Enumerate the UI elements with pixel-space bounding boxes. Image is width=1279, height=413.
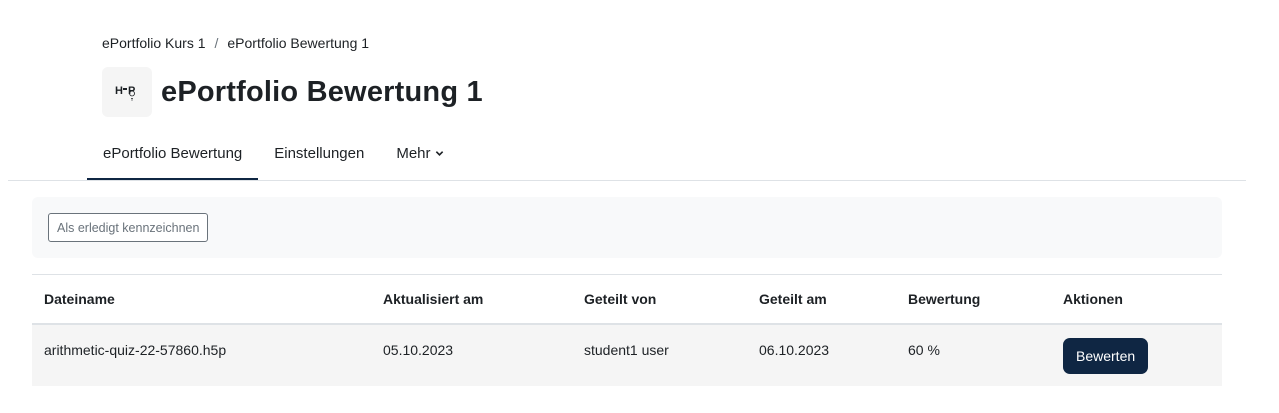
cell-updated: 05.10.2023 bbox=[383, 342, 454, 358]
tab-eportfolio-bewertung[interactable]: ePortfolio Bewertung bbox=[87, 128, 259, 181]
page-header: H P ePortfolio Bewertung 1 bbox=[102, 67, 483, 117]
page-title: ePortfolio Bewertung 1 bbox=[161, 75, 483, 108]
grade-button[interactable]: Bewerten bbox=[1063, 338, 1149, 374]
breadcrumb-separator: / bbox=[214, 35, 219, 51]
mark-as-done-button[interactable]: Als erledigt kennzeichnen bbox=[48, 213, 209, 242]
cell-shared-by: student1 user bbox=[584, 342, 669, 358]
secondary-navigation: ePortfolio Bewertung Einstellungen Mehr bbox=[87, 128, 460, 181]
tabs-divider bbox=[8, 180, 1246, 181]
cell-grade: 60 % bbox=[908, 342, 940, 358]
tab-mehr-label: Mehr bbox=[396, 144, 431, 162]
svg-text:H: H bbox=[115, 85, 123, 97]
column-header-shared-on[interactable]: Geteilt am bbox=[747, 291, 896, 307]
chevron-down-icon bbox=[435, 145, 444, 162]
cell-actions: Bewerten bbox=[1051, 325, 1222, 386]
table-row: arithmetic-quiz-22-57860.h5p 05.10.2023 … bbox=[32, 325, 1222, 386]
column-header-actions: Aktionen bbox=[1063, 291, 1123, 307]
cell-filename: arithmetic-quiz-22-57860.h5p bbox=[44, 342, 227, 358]
activity-action-bar: Als erledigt kennzeichnen bbox=[32, 197, 1222, 258]
breadcrumb: ePortfolio Kurs 1 / ePortfolio Bewertung… bbox=[102, 35, 369, 51]
breadcrumb-course-link[interactable]: ePortfolio Kurs 1 bbox=[102, 35, 206, 51]
column-header-grade[interactable]: Bewertung bbox=[896, 291, 1051, 307]
tab-einstellungen[interactable]: Einstellungen bbox=[258, 128, 380, 178]
submissions-table: Dateiname Aktualisiert am Geteilt von Ge… bbox=[32, 274, 1222, 386]
table-header-row: Dateiname Aktualisiert am Geteilt von Ge… bbox=[32, 275, 1222, 325]
column-header-filename[interactable]: Dateiname bbox=[32, 291, 371, 307]
cell-shared-on: 06.10.2023 bbox=[759, 342, 830, 358]
column-header-shared-by[interactable]: Geteilt von bbox=[572, 291, 747, 307]
column-header-updated[interactable]: Aktualisiert am bbox=[371, 291, 572, 307]
tab-mehr[interactable]: Mehr bbox=[380, 128, 459, 178]
breadcrumb-activity-link[interactable]: ePortfolio Bewertung 1 bbox=[227, 35, 369, 51]
h5p-icon: H P bbox=[102, 67, 152, 117]
